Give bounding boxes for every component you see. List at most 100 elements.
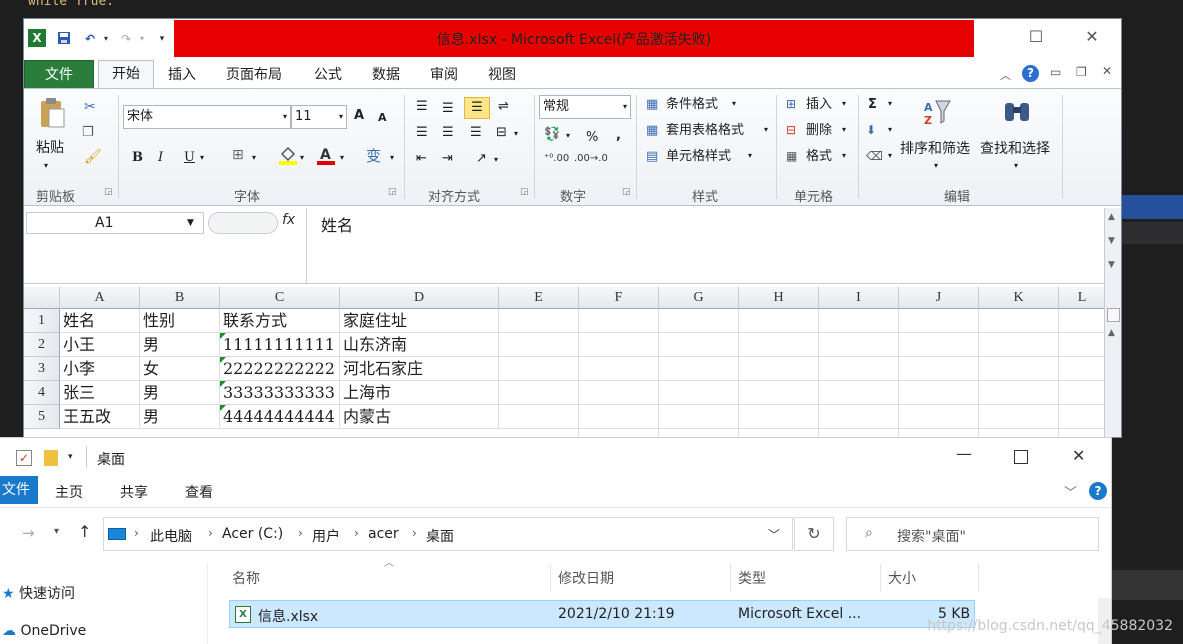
autosum-dropdown-icon[interactable]: ▾: [888, 99, 892, 108]
clipboard-launcher-icon[interactable]: ◲: [104, 187, 113, 197]
cell-c3[interactable]: 22222222222: [220, 357, 340, 381]
breadcrumb-users[interactable]: 用户: [312, 526, 340, 546]
fill-dropdown-icon[interactable]: ▾: [300, 153, 304, 162]
search-box[interactable]: ⌕ 搜索"桌面": [846, 517, 1099, 551]
format-as-table-icon[interactable]: ▦: [646, 123, 658, 138]
row-header[interactable]: 1: [24, 309, 60, 333]
align-right-icon[interactable]: ☰: [470, 125, 482, 140]
cell-c2[interactable]: 11111111111: [220, 333, 340, 357]
file-row[interactable]: X 信息.xlsx 2021/2/10 21:19 Microsoft Exce…: [229, 600, 975, 628]
breadcrumb-drive[interactable]: Acer (C:): [222, 526, 283, 542]
minimize-icon[interactable]: —: [956, 444, 972, 463]
cell-d1[interactable]: 家庭住址: [340, 309, 499, 333]
increase-decimal-icon[interactable]: ⁺⁰.00: [544, 153, 569, 164]
cell-styles-button[interactable]: 单元格样式: [666, 148, 731, 166]
cell-b2[interactable]: 男: [140, 333, 220, 357]
cell-a3[interactable]: 小李: [60, 357, 140, 381]
conditional-format-icon[interactable]: ▦: [646, 97, 658, 112]
row-header[interactable]: 3: [24, 357, 60, 381]
insert-function-icon[interactable]: fx: [282, 212, 295, 228]
comma-button[interactable]: ,: [616, 127, 621, 145]
scroll-up-icon[interactable]: ▲: [1108, 212, 1115, 222]
cell-a1[interactable]: 姓名: [60, 309, 140, 333]
cell-d3[interactable]: 河北石家庄: [340, 357, 499, 381]
split-box[interactable]: [1107, 308, 1120, 322]
column-type[interactable]: 类型: [738, 568, 766, 588]
border-icon[interactable]: ⊞: [232, 147, 244, 163]
redo-dropdown-icon[interactable]: ▾: [134, 31, 150, 47]
column-name[interactable]: 名称: [232, 568, 260, 588]
font-launcher-icon[interactable]: ◲: [388, 187, 397, 197]
empty-cells[interactable]: [499, 309, 1106, 437]
orientation-icon[interactable]: ↗: [476, 151, 487, 166]
cell-c1[interactable]: 联系方式: [220, 309, 340, 333]
align-middle-icon[interactable]: ☰: [442, 101, 454, 116]
row-header[interactable]: 2: [24, 333, 60, 357]
breadcrumb-this-pc[interactable]: 此电脑: [150, 526, 192, 546]
font-size-select[interactable]: 11 ▾: [291, 105, 347, 129]
maximize-icon[interactable]: [1014, 450, 1028, 464]
save-icon[interactable]: [56, 31, 72, 47]
column-header[interactable]: H: [739, 287, 819, 309]
column-header[interactable]: E: [499, 287, 579, 309]
undo-icon[interactable]: ↶: [82, 31, 98, 47]
number-format-select[interactable]: 常规 ▾: [539, 95, 631, 119]
close-icon[interactable]: ✕: [1072, 446, 1085, 465]
underline-dropdown-icon[interactable]: ▾: [200, 153, 204, 162]
vertical-scrollbar[interactable]: ▲ ▼ ▼ ▲: [1104, 208, 1121, 437]
sort-filter-button[interactable]: 排序和筛选: [900, 140, 970, 158]
close-icon[interactable]: ✕: [1082, 27, 1102, 47]
decrease-decimal-icon[interactable]: .00→.0: [574, 153, 608, 164]
column-modified[interactable]: 修改日期: [558, 568, 614, 588]
cell-a5[interactable]: 王五改: [60, 405, 140, 429]
cell-c5[interactable]: 44444444444: [220, 405, 340, 429]
font-color-icon[interactable]: A: [316, 145, 336, 165]
cell-a4[interactable]: 张三: [60, 381, 140, 405]
italic-button[interactable]: I: [158, 149, 163, 167]
column-header[interactable]: I: [819, 287, 899, 309]
column-header[interactable]: A: [60, 287, 140, 309]
paste-icon[interactable]: [38, 97, 66, 129]
column-size[interactable]: 大小: [888, 568, 916, 588]
tab-home[interactable]: 开始: [98, 60, 154, 90]
column-header[interactable]: F: [579, 287, 659, 309]
orientation-dropdown-icon[interactable]: ▾: [494, 155, 498, 164]
column-header[interactable]: L: [1059, 287, 1106, 309]
collapse-ribbon-icon[interactable]: ︿: [1000, 67, 1011, 83]
customize-qat-icon[interactable]: ▾: [154, 31, 170, 47]
expand-ribbon-icon[interactable]: ﹀: [1064, 482, 1077, 501]
refresh-icon[interactable]: ↻: [794, 517, 834, 551]
properties-icon[interactable]: ✓: [16, 450, 32, 466]
fill-color-icon[interactable]: [278, 145, 298, 165]
autosum-button[interactable]: Σ: [868, 96, 877, 114]
tab-data[interactable]: 数据: [372, 64, 400, 86]
scroll-up-icon[interactable]: ▲: [1108, 328, 1115, 338]
address-bar[interactable]: › 此电脑 › Acer (C:) › 用户 › acer › 桌面 ﹀: [103, 517, 793, 551]
cell-b5[interactable]: 男: [140, 405, 220, 429]
workbook-restore-icon[interactable]: ❐: [1076, 65, 1087, 79]
format-as-table-button[interactable]: 套用表格格式: [666, 122, 744, 140]
binoculars-icon[interactable]: [1002, 97, 1032, 127]
grow-font-button[interactable]: A: [354, 107, 364, 125]
column-header[interactable]: C: [220, 287, 340, 309]
address-dropdown-icon[interactable]: ﹀: [768, 526, 780, 543]
tab-share[interactable]: 共享: [120, 482, 148, 502]
currency-dropdown-icon[interactable]: ▾: [566, 131, 570, 140]
font-color-dropdown-icon[interactable]: ▾: [340, 153, 344, 162]
align-bottom-icon[interactable]: ☰: [464, 97, 490, 119]
insert-cells-icon[interactable]: ⊞: [786, 97, 796, 111]
restore-icon[interactable]: ☐: [1026, 27, 1046, 47]
merge-center-icon[interactable]: ⊟: [496, 125, 507, 140]
breadcrumb-desktop[interactable]: 桌面: [426, 526, 454, 546]
chevron-right-icon[interactable]: ›: [134, 526, 139, 540]
qat-dropdown-icon[interactable]: ▾: [68, 452, 73, 462]
chevron-right-icon[interactable]: ›: [298, 526, 303, 540]
table-dropdown-icon[interactable]: ▾: [764, 125, 768, 134]
align-left-icon[interactable]: ☰: [416, 125, 428, 140]
underline-button[interactable]: U: [184, 149, 195, 167]
format-painter-icon[interactable]: 🖌: [84, 149, 102, 165]
format-cells-dropdown-icon[interactable]: ▾: [842, 151, 846, 160]
fill-down-icon[interactable]: ⬇: [866, 123, 876, 137]
cell-b4[interactable]: 男: [140, 381, 220, 405]
select-all-corner[interactable]: [24, 287, 60, 309]
